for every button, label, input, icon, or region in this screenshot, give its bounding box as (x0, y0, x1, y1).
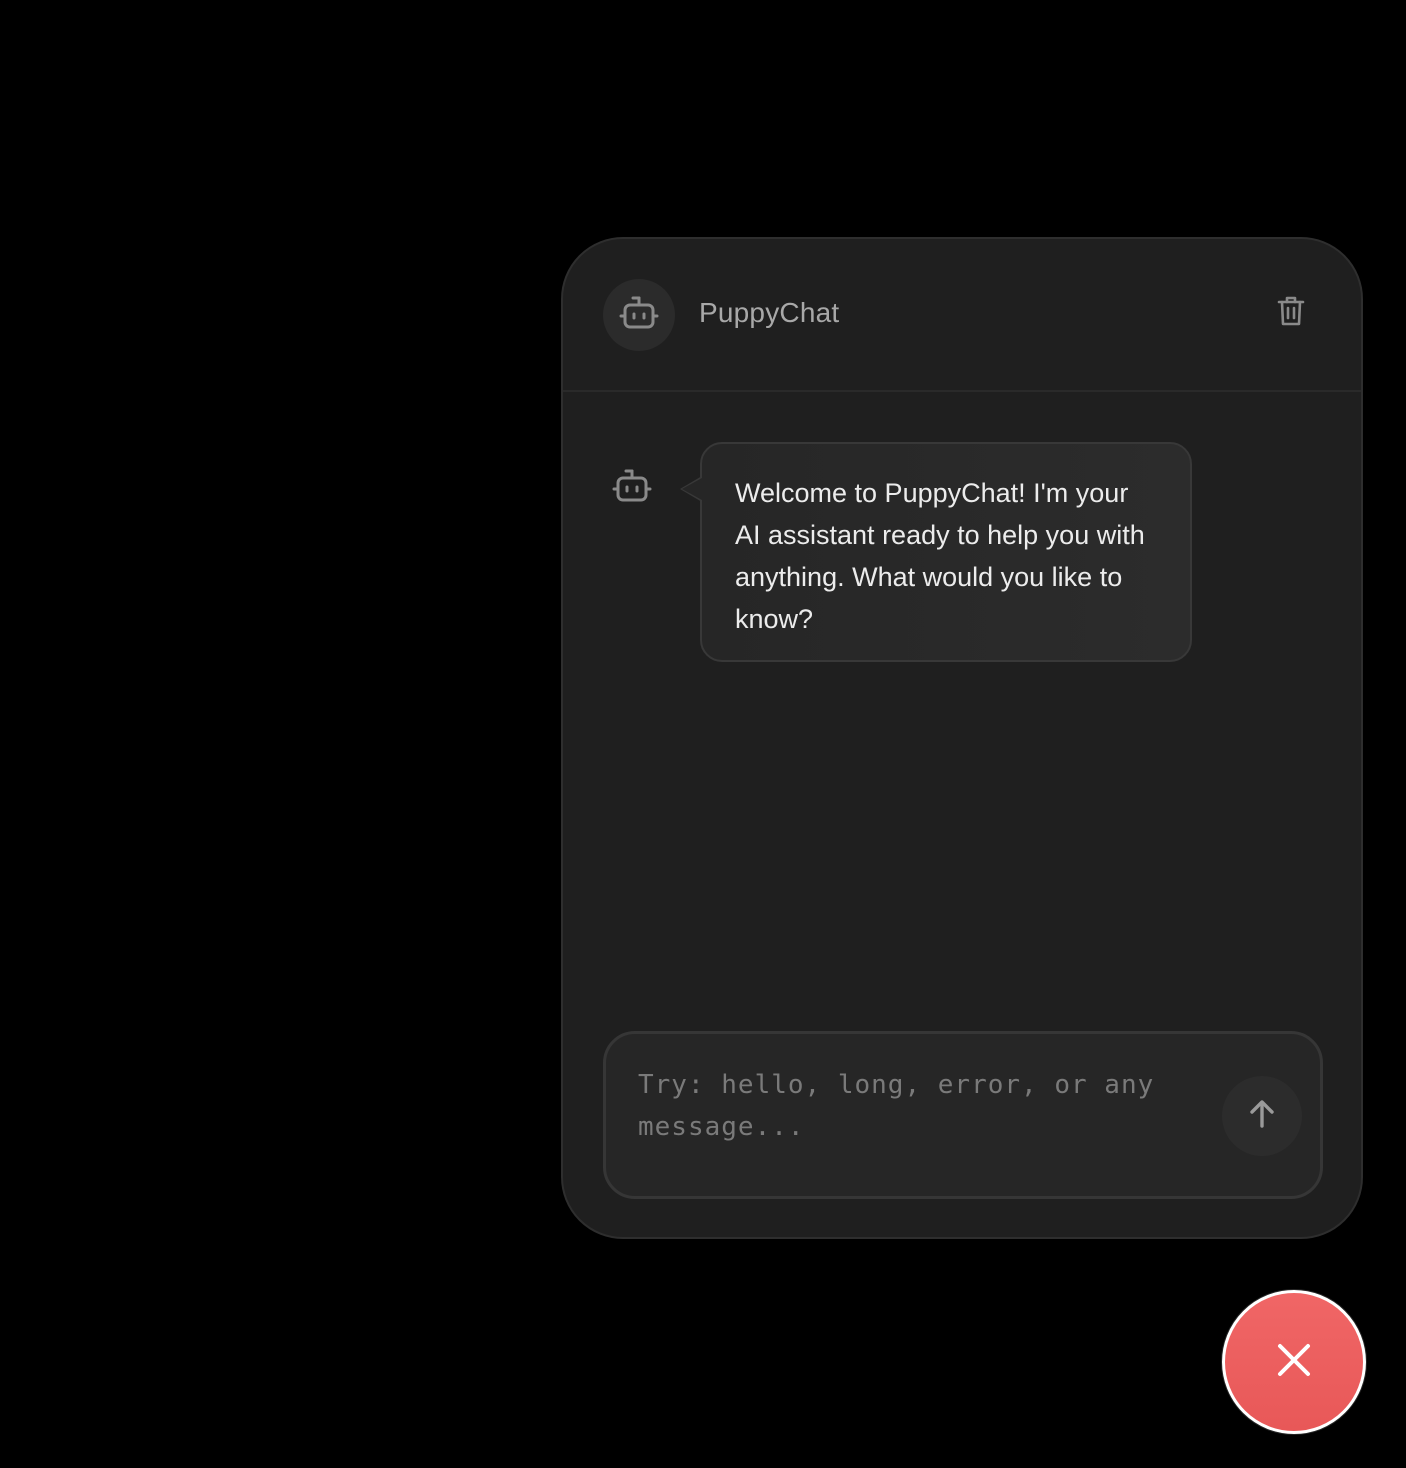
close-icon (1276, 1342, 1312, 1383)
chat-title: PuppyChat (699, 297, 840, 328)
close-chat-button[interactable] (1222, 1290, 1366, 1434)
header-avatar (603, 279, 675, 351)
assistant-message-bubble: Welcome to PuppyChat! I'm your AI assist… (680, 442, 1192, 662)
send-button[interactable] (1222, 1076, 1302, 1156)
message-list[interactable]: Welcome to PuppyChat! I'm your AI assist… (563, 394, 1361, 1077)
assistant-message-text: Welcome to PuppyChat! I'm your AI assist… (735, 478, 1145, 634)
bubble-tail (680, 476, 702, 502)
robot-icon (612, 468, 652, 508)
clear-chat-button[interactable] (1275, 295, 1307, 331)
chat-header: PuppyChat (563, 239, 1361, 392)
robot-icon (619, 295, 659, 336)
chat-window: PuppyChat Welcome to PuppyChat! I'm your… (561, 237, 1363, 1239)
message-composer (603, 1031, 1323, 1199)
arrow-up-icon (1248, 1099, 1276, 1134)
message-input[interactable] (638, 1064, 1198, 1164)
trash-icon (1277, 295, 1305, 332)
